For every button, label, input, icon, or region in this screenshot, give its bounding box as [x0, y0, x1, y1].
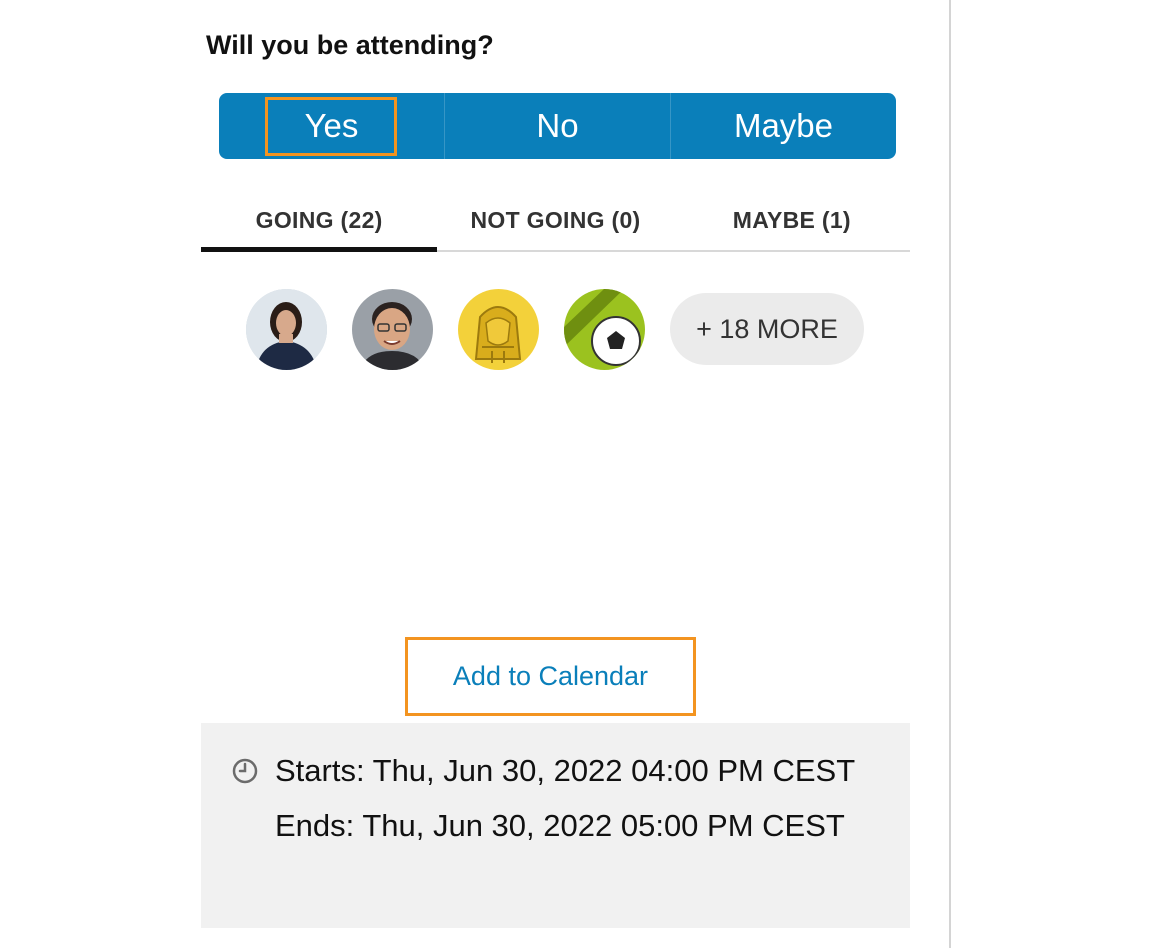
tab-not-going[interactable]: NOT GOING (0): [437, 190, 673, 250]
attendee-avatars: + 18 MORE: [246, 288, 864, 370]
rsvp-no-button[interactable]: No: [445, 93, 671, 159]
avatar-green-soccer[interactable]: [564, 288, 645, 370]
event-times: Starts: Thu, Jun 30, 2022 04:00 PM CEST …: [275, 743, 895, 853]
attendance-question: Will you be attending?: [206, 30, 494, 60]
rsvp-yes-button[interactable]: Yes: [219, 93, 445, 159]
rsvp-panel: Will you be attending? Yes No Maybe GOIN…: [0, 0, 1164, 948]
rsvp-button-group: Yes No Maybe: [219, 93, 896, 159]
avatar-man[interactable]: [352, 288, 433, 370]
event-end-time: Ends: Thu, Jun 30, 2022 05:00 PM CEST: [275, 808, 845, 843]
clock-icon: [232, 758, 258, 784]
more-attendees-button[interactable]: + 18 MORE: [670, 293, 864, 365]
tab-going[interactable]: GOING (22): [201, 190, 438, 252]
avatar-woman[interactable]: [246, 288, 327, 370]
vertical-divider: [949, 0, 951, 948]
event-time-box: Starts: Thu, Jun 30, 2022 04:00 PM CEST …: [201, 723, 910, 928]
rsvp-maybe-button[interactable]: Maybe: [671, 93, 896, 159]
add-to-calendar-link[interactable]: Add to Calendar: [405, 637, 696, 716]
event-start-time: Starts: Thu, Jun 30, 2022 04:00 PM CEST: [275, 753, 856, 788]
tab-maybe[interactable]: MAYBE (1): [674, 190, 910, 250]
avatar-gold-sphinx[interactable]: [458, 288, 539, 370]
attendee-tabs: GOING (22) NOT GOING (0) MAYBE (1): [201, 190, 910, 252]
